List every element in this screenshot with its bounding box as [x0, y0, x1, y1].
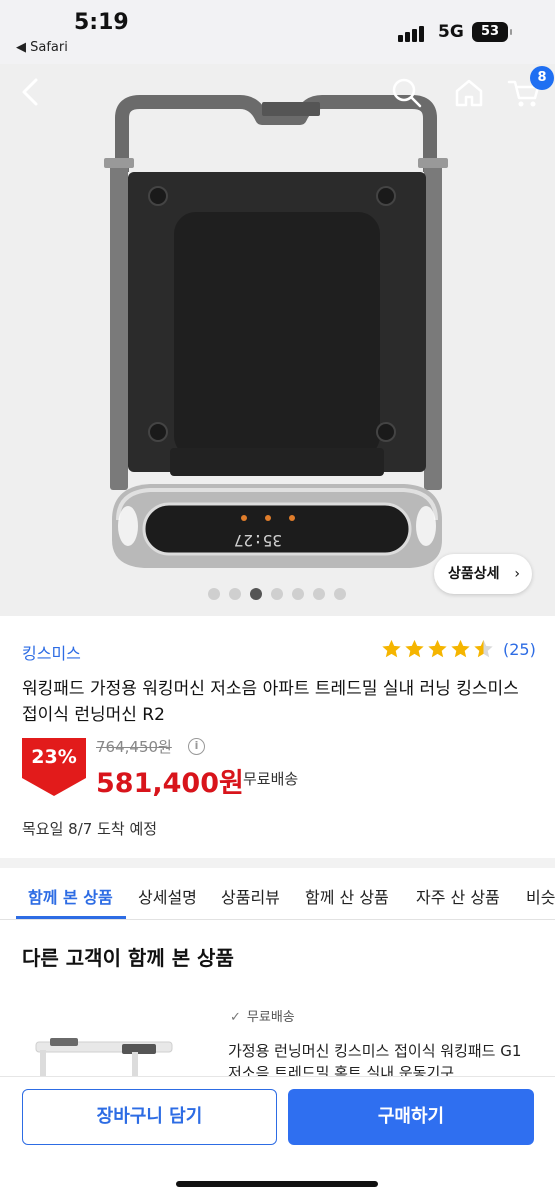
star-icon — [451, 639, 470, 658]
recommended-item-title[interactable]: 가정용 런닝머신 킹스미스 접이식 워킹패드 G1 저소음 트레드밀 홈트 실내… — [228, 1040, 538, 1080]
rating-count[interactable]: (25) — [503, 640, 536, 659]
star-rating — [380, 638, 495, 660]
discount-badge: 23% — [22, 738, 86, 796]
brand-link[interactable]: 킹스미스 — [22, 640, 81, 664]
gallery-pagination[interactable] — [208, 588, 346, 600]
search-icon[interactable] — [390, 76, 424, 110]
recommended-shipping-label: 무료배송 — [246, 1010, 295, 1025]
buy-now-button[interactable]: 구매하기 — [288, 1089, 534, 1145]
product-detail-button[interactable]: 상품상세 › — [434, 554, 532, 594]
pagination-dot[interactable] — [292, 588, 304, 600]
status-bar: 5:19 ◀ Safari 5G 53 — [0, 0, 555, 64]
bottom-action-bar: 장바구니 담기 구매하기 — [0, 1076, 555, 1200]
recommended-shipping: ✓ 무료배송 — [230, 1006, 295, 1025]
chevron-right-icon: › — [514, 566, 520, 582]
home-icon[interactable] — [452, 76, 486, 110]
tab-reviews[interactable]: 상품리뷰 — [221, 884, 280, 908]
pagination-dot[interactable] — [313, 588, 325, 600]
signal-icon — [398, 24, 428, 42]
pagination-dot[interactable] — [229, 588, 241, 600]
star-icon — [405, 639, 424, 658]
active-tab-indicator — [16, 916, 126, 919]
tab-viewed-together[interactable]: 함께 본 상품 — [28, 884, 113, 908]
star-icon — [428, 639, 447, 658]
add-to-cart-button[interactable]: 장바구니 담기 — [22, 1089, 277, 1145]
sale-price: 581,400원 — [96, 768, 244, 799]
tab-bought-together[interactable]: 함께 산 상품 — [305, 884, 389, 908]
star-icon — [474, 639, 493, 658]
tab-description[interactable]: 상세설명 — [138, 884, 197, 908]
section-divider — [0, 858, 555, 868]
star-icon — [382, 639, 401, 658]
discount-rate: 23% — [31, 746, 77, 768]
network-type: 5G — [438, 22, 464, 42]
cart-count-badge: 8 — [530, 66, 554, 90]
pagination-dot[interactable] — [271, 588, 283, 600]
delivery-estimate: 목요일 8/7 도착 예정 — [22, 820, 158, 838]
product-tabs: 함께 본 상품 상세설명 상품리뷰 함께 산 상품 자주 산 상품 비슷 — [0, 868, 555, 920]
product-detail-label: 상품상세 — [448, 566, 500, 582]
home-indicator — [176, 1181, 378, 1187]
check-icon: ✓ — [230, 1010, 241, 1025]
product-image-gallery[interactable]: 35:27 — [0, 64, 555, 616]
pagination-dot[interactable] — [334, 588, 346, 600]
product-image: 35:27 — [104, 95, 448, 568]
shipping-info: 무료배송 — [243, 770, 299, 788]
original-price: 764,450원 — [96, 738, 172, 756]
product-title: 워킹패드 가정용 워킹머신 저소음 아파트 트레드밀 실내 러닝 킹스미스 접이… — [22, 679, 519, 725]
product-page: 5:19 ◀ Safari 5G 53 35:27 8 상품상세 › 킹스미스 … — [0, 0, 555, 1200]
battery-icon: 53 — [472, 22, 512, 42]
tab-frequently-bought[interactable]: 자주 산 상품 — [416, 884, 500, 908]
back-arrow-icon[interactable] — [18, 76, 44, 108]
display-readout: 35:27 — [234, 531, 282, 550]
rating[interactable]: (25) — [380, 638, 536, 660]
recommended-item-image[interactable] — [22, 1020, 212, 1080]
section-title: 다른 고객이 함께 본 상품 — [22, 946, 234, 970]
treadmill-thumbnail — [35, 1038, 173, 1080]
tab-similar[interactable]: 비슷 — [526, 884, 555, 908]
pagination-dot[interactable] — [208, 588, 220, 600]
back-to-safari-link[interactable]: ◀ Safari — [16, 40, 68, 55]
info-icon[interactable]: i — [188, 738, 205, 755]
status-time: 5:19 — [74, 10, 129, 35]
pagination-dot-active[interactable] — [250, 588, 262, 600]
